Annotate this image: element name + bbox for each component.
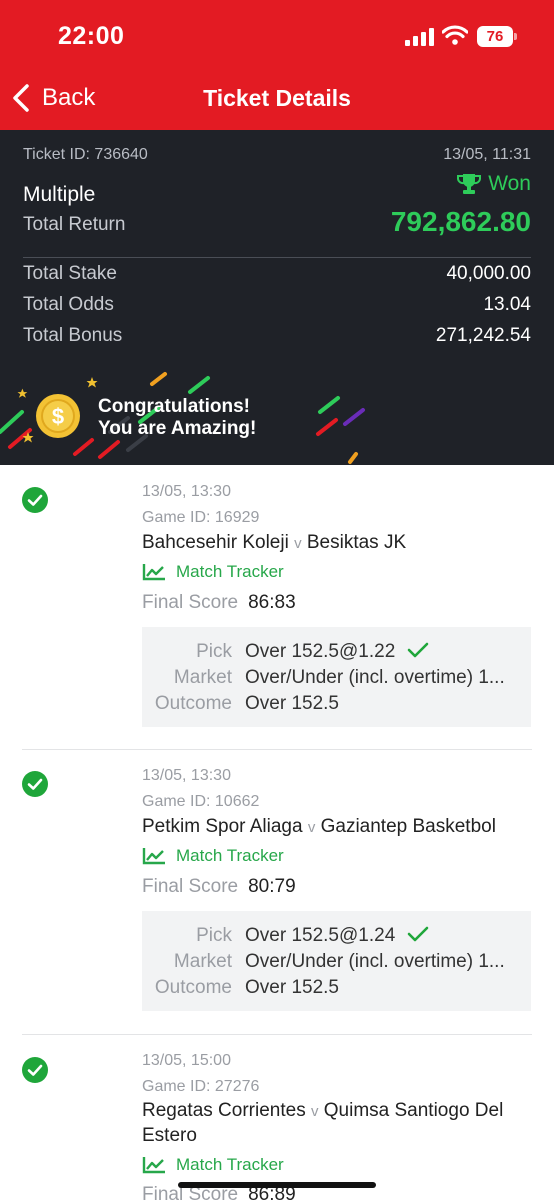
check-circle-icon bbox=[22, 1057, 48, 1083]
confetti-decoration bbox=[0, 372, 365, 464]
pick-details: Pick Over 152.5@1.24 Market Over/Under (… bbox=[142, 911, 531, 1011]
match-tracker-link[interactable]: Match Tracker bbox=[142, 562, 284, 582]
outcome-label: Outcome bbox=[154, 693, 232, 714]
checkmark-icon bbox=[407, 926, 428, 942]
ticket-summary: Ticket ID: 736640 13/05, 11:31 Multiple … bbox=[0, 130, 554, 465]
away-team: Gaziantep Basketbol bbox=[320, 816, 496, 837]
final-score-value: 86:83 bbox=[248, 592, 296, 613]
match-tracker-label: Match Tracker bbox=[176, 562, 284, 581]
final-score-value: 80:79 bbox=[248, 876, 296, 897]
pick-value: Over 152.5@1.24 bbox=[245, 925, 527, 947]
congrats-line-1: Congratulations! bbox=[98, 396, 250, 417]
final-score-label: Final Score bbox=[142, 592, 239, 613]
wifi-icon bbox=[442, 25, 468, 45]
ticket-date: 13/05, 11:31 bbox=[443, 146, 531, 163]
vs-label: v bbox=[294, 535, 302, 552]
checkmark-icon bbox=[407, 642, 428, 658]
market-value: Over/Under (incl. overtime) 1... bbox=[245, 667, 505, 688]
final-score: Final Score 80:79 bbox=[142, 876, 296, 898]
home-indicator[interactable] bbox=[178, 1182, 376, 1188]
total-return-value: 792,862.80 bbox=[390, 206, 531, 237]
match-tracker-link[interactable]: Match Tracker bbox=[142, 846, 284, 866]
outcome-value: Over 152.5 bbox=[245, 977, 339, 998]
line-chart-icon bbox=[142, 564, 165, 581]
match-teams: Bahcesehir Koleji v Besiktas JK bbox=[142, 531, 542, 556]
app-header: 22:00 76 Back Ticket Details bbox=[0, 0, 554, 130]
game-id: Game ID: 27276 bbox=[142, 1078, 260, 1095]
status-label: Won bbox=[488, 172, 531, 195]
congrats-line-2: You are Amazing! bbox=[98, 418, 257, 439]
match-teams: Regatas Corrientes v Quimsa Santiogo Del… bbox=[142, 1099, 532, 1148]
total-bonus-value: 271,242.54 bbox=[435, 325, 531, 346]
final-score-label: Final Score bbox=[142, 876, 239, 897]
match-teams: Petkim Spor Aliaga v Gaziantep Basketbol bbox=[142, 815, 542, 840]
cellular-signal-icon bbox=[405, 28, 434, 46]
bet-datetime: 13/05, 15:00 bbox=[142, 1052, 231, 1069]
check-circle-icon bbox=[22, 487, 48, 513]
trophy-icon bbox=[457, 174, 482, 194]
vs-label: v bbox=[307, 819, 316, 836]
total-stake-value: 40,000.00 bbox=[446, 263, 531, 284]
total-stake-row: Total Stake 40,000.00 bbox=[23, 263, 531, 287]
pick-text: Over 152.5@1.22 bbox=[245, 641, 396, 662]
total-odds-row: Total Odds 13.04 bbox=[23, 294, 531, 318]
line-chart-icon bbox=[142, 1157, 165, 1174]
market-value: Over/Under (incl. overtime) 1... bbox=[245, 951, 505, 972]
match-tracker-link[interactable]: Match Tracker bbox=[142, 1155, 284, 1175]
home-team: Petkim Spor Aliaga bbox=[142, 816, 303, 837]
pick-value: Over 152.5@1.22 bbox=[245, 641, 527, 663]
svg-text:$: $ bbox=[52, 404, 64, 429]
bet-item: 13/05, 15:00 Game ID: 27276 Regatas Corr… bbox=[0, 1035, 554, 1200]
final-score: Final Score 86:83 bbox=[142, 592, 296, 614]
page-title: Ticket Details bbox=[203, 85, 351, 111]
congratulations-text: Congratulations! You are Amazing! bbox=[98, 396, 256, 440]
pick-details: Pick Over 152.5@1.22 Market Over/Under (… bbox=[142, 627, 531, 727]
total-bonus-label: Total Bonus bbox=[23, 325, 123, 346]
ticket-type: Multiple bbox=[23, 183, 96, 206]
market-label: Market bbox=[173, 667, 232, 688]
ticket-id: Ticket ID: 736640 bbox=[23, 146, 148, 163]
status-time: 22:00 bbox=[58, 22, 125, 50]
match-tracker-label: Match Tracker bbox=[176, 1155, 284, 1174]
bet-datetime: 13/05, 13:30 bbox=[142, 483, 231, 500]
total-bonus-row: Total Bonus 271,242.54 bbox=[23, 325, 531, 349]
game-id: Game ID: 16929 bbox=[142, 509, 260, 526]
total-odds-value: 13.04 bbox=[483, 294, 531, 315]
away-team: Besiktas JK bbox=[306, 532, 407, 553]
home-team: Regatas Corrientes bbox=[142, 1100, 306, 1121]
total-return-label: Total Return bbox=[23, 214, 126, 235]
total-stake-label: Total Stake bbox=[23, 263, 117, 284]
outcome-value: Over 152.5 bbox=[245, 693, 339, 714]
status-badge: Won bbox=[456, 172, 531, 196]
home-team: Bahcesehir Koleji bbox=[142, 532, 289, 553]
battery-level: 76 bbox=[477, 26, 513, 47]
divider bbox=[23, 257, 531, 258]
congratulations-banner: $ Congratulations! You are Amazing! bbox=[0, 362, 554, 465]
coin-icon: $ bbox=[36, 394, 80, 438]
pick-label: Pick bbox=[196, 925, 232, 946]
battery-icon: 76 bbox=[477, 26, 517, 48]
bet-item: 13/05, 13:30 Game ID: 10662 Petkim Spor … bbox=[0, 750, 554, 1035]
bet-datetime: 13/05, 13:30 bbox=[142, 767, 231, 784]
match-tracker-label: Match Tracker bbox=[176, 846, 284, 865]
market-label: Market bbox=[173, 951, 232, 972]
check-circle-icon bbox=[22, 771, 48, 797]
pick-text: Over 152.5@1.24 bbox=[245, 925, 396, 946]
game-id: Game ID: 10662 bbox=[142, 793, 260, 810]
outcome-label: Outcome bbox=[154, 977, 232, 998]
bet-item: 13/05, 13:30 Game ID: 16929 Bahcesehir K… bbox=[0, 465, 554, 750]
vs-label: v bbox=[310, 1103, 319, 1120]
line-chart-icon bbox=[142, 848, 165, 865]
total-odds-label: Total Odds bbox=[23, 294, 114, 315]
pick-label: Pick bbox=[196, 641, 232, 662]
